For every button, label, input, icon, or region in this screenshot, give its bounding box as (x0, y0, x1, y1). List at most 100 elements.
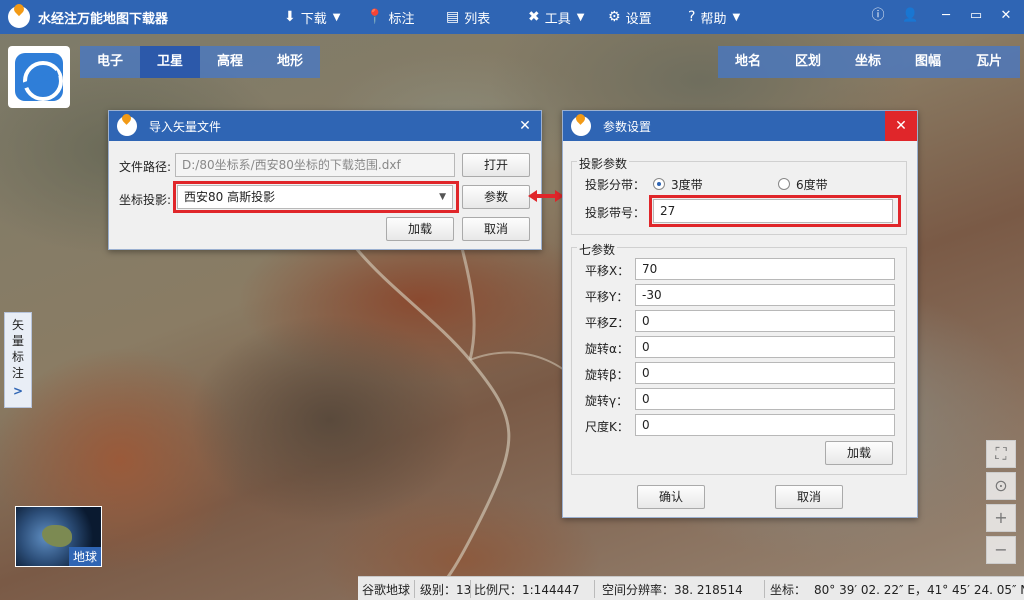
load-button[interactable]: 加载 (386, 217, 454, 241)
app-logo-box[interactable] (8, 46, 70, 108)
menu-download-label: 下载 (300, 11, 327, 27)
params-dialog: 参数设置 ✕ 投影参数 投影分带： 3度带 6度带 投影带号： 27 七参数 平… (562, 110, 918, 518)
param-dy-input[interactable]: -30 (635, 284, 895, 306)
side-tab-char: 注 (11, 366, 24, 380)
zoom-out-button[interactable]: − (986, 536, 1016, 564)
chevron-right-icon: > (12, 384, 24, 398)
side-tab-char: 标 (11, 350, 24, 364)
zone-3-label: 3度带 (671, 178, 703, 192)
zone-label: 投影分带： (585, 178, 646, 192)
param-label: 平移Z： (585, 316, 630, 330)
close-icon[interactable]: ✕ (885, 111, 917, 141)
status-coords-value: 80° 39′ 02. 22″ E，41° 45′ 24. 05″ N (814, 583, 1024, 597)
import-dialog-titlebar: 导入矢量文件 ✕ (109, 111, 541, 141)
chevron-down-icon: ▼ (576, 11, 585, 23)
zoom-in-button[interactable]: + (986, 504, 1016, 532)
gear-icon: ⚙ (608, 9, 621, 25)
tools-icon: ✖ (528, 9, 540, 25)
pin-icon: 📍 (366, 9, 384, 25)
info-icon[interactable]: ⓘ (870, 8, 886, 24)
tab-electronic[interactable]: 电子 (80, 46, 140, 78)
params-dialog-title: 参数设置 (603, 119, 652, 134)
projection-highlight (173, 181, 459, 213)
globe-label: 地球 (68, 547, 101, 566)
param-label: 尺度K： (585, 420, 629, 434)
tab-coordinate[interactable]: 坐标 (838, 46, 898, 78)
status-coords-label: 坐标： (770, 583, 807, 597)
params-button[interactable]: 参数 (462, 185, 530, 209)
tab-elevation[interactable]: 高程 (200, 46, 260, 78)
chevron-down-icon: ▼ (732, 11, 741, 23)
menu-settings-label: 设置 (625, 11, 652, 27)
status-divider (414, 580, 415, 598)
globe-land (42, 525, 72, 547)
status-source: 谷歌地球 (362, 583, 411, 597)
menu-help-label: 帮助 (700, 11, 727, 27)
zone-3-radio[interactable] (653, 178, 665, 190)
user-icon[interactable]: 👤 (902, 8, 918, 24)
tab-satellite[interactable]: 卫星 (140, 46, 200, 78)
tab-terrain[interactable]: 地形 (260, 46, 320, 78)
app-logo-icon (8, 6, 30, 28)
tab-place-name[interactable]: 地名 (718, 46, 778, 78)
param-rot-gamma-input[interactable]: 0 (635, 388, 895, 410)
param-label: 旋转γ： (585, 394, 629, 408)
menu-annotate[interactable]: 📍 标注 (366, 0, 414, 34)
status-resolution: 空间分辨率：38. 218514 (602, 583, 743, 597)
status-divider (764, 580, 765, 598)
close-icon[interactable]: ✕ (509, 111, 541, 141)
status-bar: 谷歌地球 级别：13 比例尺：1:144447 空间分辨率：38. 218514… (358, 576, 1024, 600)
ok-button[interactable]: 确认 (637, 485, 705, 509)
param-dz-input[interactable]: 0 (635, 310, 895, 332)
menu-list[interactable]: ▤ 列表 (446, 0, 490, 34)
vector-annotation-panel-tab[interactable]: 矢 量 标 注 > (4, 312, 32, 408)
download-icon: ⬇ (284, 9, 296, 25)
param-label: 平移Y： (585, 290, 629, 304)
map-type-tabs: 电子 卫星 高程 地形 (80, 46, 320, 78)
params-cancel-button[interactable]: 取消 (775, 485, 843, 509)
side-tab-char: 量 (11, 334, 24, 348)
status-level: 级别：13 (420, 583, 472, 597)
minimize-icon[interactable]: ─ (938, 8, 954, 24)
param-label: 旋转α： (585, 342, 629, 356)
menu-download[interactable]: ⬇ 下载 ▼ (284, 0, 340, 34)
app-title: 水经注万能地图下载器 (38, 11, 169, 27)
app-logo-icon (571, 116, 591, 136)
help-icon: ? (688, 9, 696, 25)
param-scale-input[interactable]: 0 (635, 414, 895, 436)
zone-number-label: 投影带号： (585, 206, 646, 220)
param-dx-input[interactable]: 70 (635, 258, 895, 280)
tab-tile[interactable]: 瓦片 (958, 46, 1020, 78)
maximize-icon[interactable]: ▭ (968, 8, 984, 24)
locate-icon[interactable]: ⊙ (986, 472, 1016, 500)
status-divider (594, 580, 595, 598)
menu-tools-label: 工具 (544, 11, 571, 27)
tab-sheet[interactable]: 图幅 (898, 46, 958, 78)
zone-6-radio[interactable] (778, 178, 790, 190)
fullscreen-icon[interactable]: ⛶ (986, 440, 1016, 468)
import-vector-dialog: 导入矢量文件 ✕ 文件路径: D:/80坐标系/西安80坐标的下载范围.dxf … (108, 110, 542, 250)
close-icon[interactable]: ✕ (998, 8, 1014, 24)
param-label: 平移X： (585, 264, 630, 278)
globe-thumbnail[interactable]: 地球 (15, 506, 102, 567)
param-label: 旋转β： (585, 368, 629, 382)
app-logo-icon (117, 116, 137, 136)
menu-tools[interactable]: ✖ 工具 ▼ (528, 0, 584, 34)
zone-number-highlight (649, 195, 901, 227)
link-arrow-icon (528, 190, 564, 202)
status-divider (470, 580, 471, 598)
seven-params-label: 七参数 (577, 241, 618, 258)
menu-help[interactable]: ? 帮助 ▼ (688, 0, 740, 34)
tab-division[interactable]: 区划 (778, 46, 838, 78)
import-dialog-title: 导入矢量文件 (149, 119, 222, 134)
open-button[interactable]: 打开 (462, 153, 530, 177)
menu-settings[interactable]: ⚙ 设置 (608, 0, 652, 34)
file-path-field[interactable]: D:/80坐标系/西安80坐标的下载范围.dxf (175, 153, 455, 177)
params-load-button[interactable]: 加载 (825, 441, 893, 465)
list-icon: ▤ (446, 9, 460, 25)
param-rot-alpha-input[interactable]: 0 (635, 336, 895, 358)
cancel-button[interactable]: 取消 (462, 217, 530, 241)
menu-list-label: 列表 (464, 11, 491, 27)
zone-6-label: 6度带 (796, 178, 828, 192)
param-rot-beta-input[interactable]: 0 (635, 362, 895, 384)
